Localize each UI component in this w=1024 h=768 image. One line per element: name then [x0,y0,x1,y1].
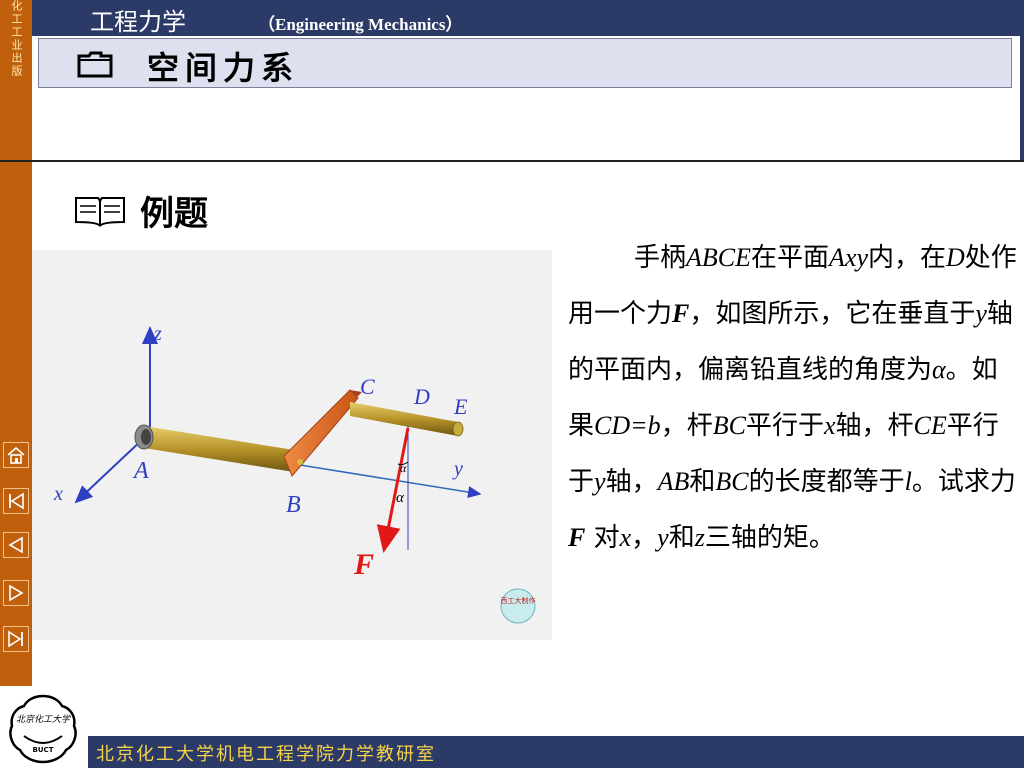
footer-text: 北京化工大学机电工程学院力学教研室 [96,744,436,765]
problem-statement: 手柄ABCE在平面Axy内，在D处作用一个力F，如图所示，它在垂直于y轴的平面内… [568,230,1018,566]
point-b-marker [297,459,303,465]
problem-text: ，如图所示，它在垂直于 [689,299,976,329]
rod-ab [134,424,294,472]
problem-symbol: y [975,299,987,328]
folder-icon [77,51,113,78]
point-e-label: E [453,394,468,419]
y-axis-label: y [452,458,463,480]
next-button[interactable] [3,580,29,606]
problem-symbol: ABCE [686,243,752,272]
section-title: 空间力系 [147,49,300,87]
point-a-label: A [132,458,149,484]
last-page-icon [8,630,23,648]
problem-symbol: BC [712,411,746,440]
problem-symbol: F [568,523,586,552]
problem-text: ， [631,523,658,553]
problem-text: 三轴的矩。 [704,523,835,553]
problem-symbol: z [694,523,705,552]
problem-text: 的长度都等于 [748,467,905,497]
author-stamp: 西工大制作 [500,588,536,624]
force-f-arrow [376,427,410,553]
previous-icon [8,536,23,554]
right-divider [1020,0,1024,162]
problem-symbol: l [904,467,912,496]
problem-text: 在平面 [751,243,830,273]
problem-symbol: Axy [829,243,868,272]
force-f-label: F [353,548,374,581]
example-title: 例题 [140,194,208,234]
university-logo: 北京化工大学 BUCT [9,694,77,764]
problem-text: ，杆 [660,411,713,441]
plate-bc [283,389,359,477]
alpha-label-lower: α [396,490,405,506]
last-page-button[interactable] [3,626,29,652]
problem-text: 轴， [605,467,658,497]
mechanics-figure: z x y α α A B C D E F 西工大制作 [32,250,552,640]
horizontal-divider [0,160,1024,162]
home-icon [7,446,25,464]
problem-text: 内，在 [868,243,947,273]
handle-diagram: z x y α α A B C D E F 西工大制作 [53,323,536,624]
svg-text:BUCT: BUCT [33,746,54,754]
problem-symbol: BC [715,467,749,496]
point-b-label: B [286,492,301,518]
svg-text:西工大制作: 西工大制作 [501,596,536,605]
problem-text: 轴，杆 [835,411,914,441]
problem-text: 手柄 [634,243,687,273]
home-button[interactable] [3,442,29,468]
problem-text: 对 [585,523,620,553]
publisher-vertical-text: 化工工业出版 [10,0,23,78]
problem-symbol: CD=b [594,411,661,440]
point-c-label: C [360,374,375,399]
z-axis-label: z [153,323,162,345]
problem-text: 和 [689,467,716,497]
problem-text: 平行于 [745,411,824,441]
book-icon [75,197,125,227]
problem-text: 和 [668,523,695,553]
alpha-label-upper: α [400,461,407,475]
problem-symbol: F [672,299,690,328]
first-page-button[interactable] [3,488,29,514]
problem-text: 。试求力 [911,467,1016,497]
y-axis [293,463,482,499]
problem-symbol: x [823,411,836,440]
x-axis-label: x [53,483,63,505]
next-icon [9,584,24,602]
point-d-label: D [413,384,430,409]
problem-symbol: AB [657,467,690,496]
problem-symbol: CE [913,411,947,440]
problem-symbol: α [932,355,946,384]
problem-symbol: y [657,523,669,552]
problem-symbol: D [946,243,965,272]
problem-symbol: y [594,467,606,496]
first-page-icon [9,492,24,510]
previous-button[interactable] [3,532,29,558]
problem-symbol: x [619,523,632,552]
section-header: 空间力系 [38,38,1012,88]
course-title: 工程力学 [90,8,186,36]
course-title-english: （Engineering Mechanics） [258,15,463,34]
svg-text:北京化工大学: 北京化工大学 [16,714,71,725]
